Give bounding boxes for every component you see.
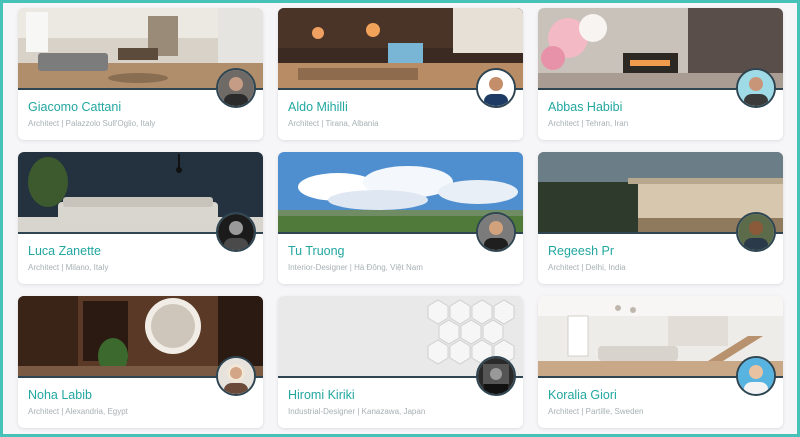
avatar[interactable] — [736, 212, 776, 252]
profile-card[interactable]: Giacomo Cattani Architect | Palazzolo Su… — [18, 8, 263, 140]
profile-card[interactable]: Regeesh Pr Architect | Delhi, India — [538, 152, 783, 284]
profile-meta: Architect | Milano, Italy — [28, 263, 109, 272]
profile-name[interactable]: Regeesh Pr — [548, 244, 614, 258]
profile-name[interactable]: Luca Zanette — [28, 244, 101, 258]
profile-meta: Architect | Palazzolo Sull'Oglio, Italy — [28, 119, 156, 128]
profile-name[interactable]: Koralia Giori — [548, 388, 617, 402]
profile-meta: Industrial-Designer | Kanazawa, Japan — [288, 407, 426, 416]
avatar[interactable] — [216, 356, 256, 396]
avatar[interactable] — [476, 212, 516, 252]
avatar[interactable] — [216, 212, 256, 252]
profile-name[interactable]: Tu Truong — [288, 244, 345, 258]
profile-meta: Architect | Alexandria, Egypt — [28, 407, 128, 416]
profile-name[interactable]: Hiromi Kiriki — [288, 388, 355, 402]
avatar[interactable] — [736, 356, 776, 396]
profile-name[interactable]: Aldo Mihilli — [288, 100, 348, 114]
profile-meta: Interior-Designer | Hà Đông, Việt Nam — [288, 263, 423, 272]
avatar[interactable] — [736, 68, 776, 108]
profile-name[interactable]: Giacomo Cattani — [28, 100, 121, 114]
profile-name[interactable]: Noha Labib — [28, 388, 92, 402]
profile-meta: Architect | Partille, Sweden — [548, 407, 644, 416]
profile-meta: Architect | Tirana, Albania — [288, 119, 379, 128]
profile-card[interactable]: Aldo Mihilli Architect | Tirana, Albania — [278, 8, 523, 140]
profile-meta: Architect | Tehran, Iran — [548, 119, 629, 128]
avatar[interactable] — [476, 68, 516, 108]
profile-card[interactable]: Hiromi Kiriki Industrial-Designer | Kana… — [278, 296, 523, 428]
profile-grid: Giacomo Cattani Architect | Palazzolo Su… — [18, 8, 783, 428]
profile-meta: Architect | Delhi, India — [548, 263, 626, 272]
profile-card[interactable]: Noha Labib Architect | Alexandria, Egypt — [18, 296, 263, 428]
avatar[interactable] — [216, 68, 256, 108]
profile-card[interactable]: Luca Zanette Architect | Milano, Italy — [18, 152, 263, 284]
profile-card[interactable]: Koralia Giori Architect | Partille, Swed… — [538, 296, 783, 428]
profile-name[interactable]: Abbas Habibi — [548, 100, 622, 114]
avatar[interactable] — [476, 356, 516, 396]
profile-card[interactable]: Abbas Habibi Architect | Tehran, Iran — [538, 8, 783, 140]
profile-card[interactable]: Tu Truong Interior-Designer | Hà Đông, V… — [278, 152, 523, 284]
